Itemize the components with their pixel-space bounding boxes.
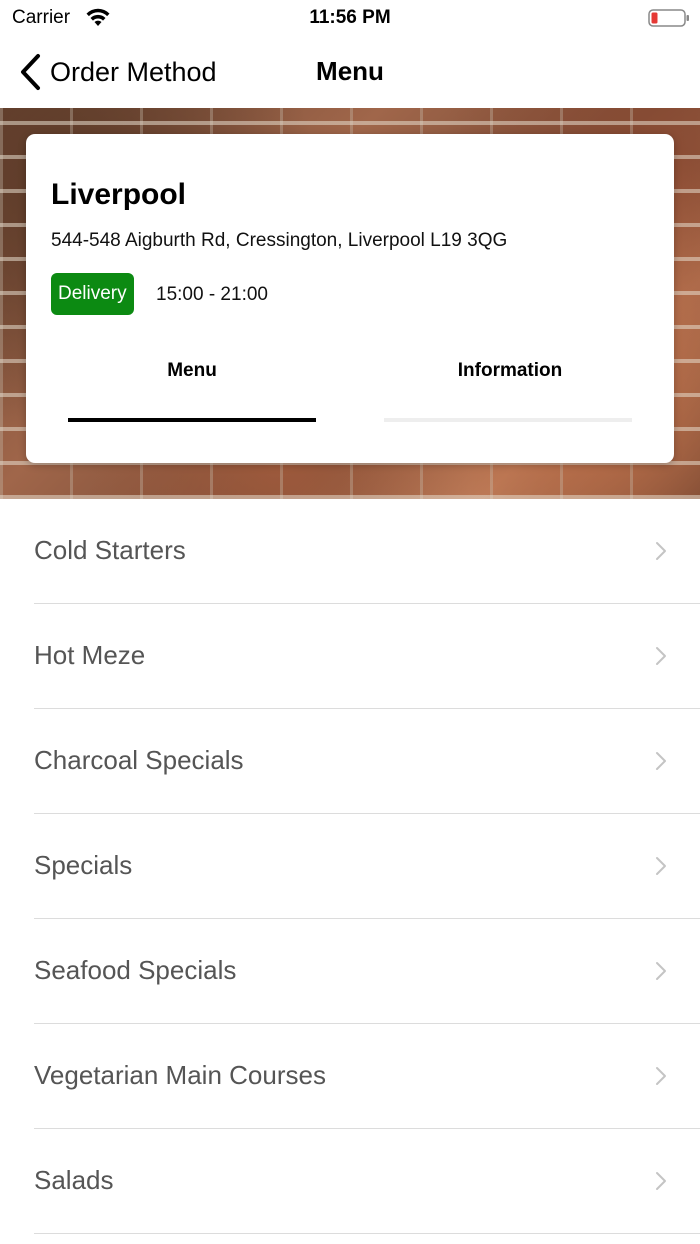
menu-category-seafood-specials[interactable]: Seafood Specials <box>0 919 700 1024</box>
tab-information-indicator <box>384 418 632 422</box>
tab-information-label: Information <box>457 360 563 381</box>
tab-menu-indicator <box>68 418 316 422</box>
menu-category-charcoal-specials[interactable]: Charcoal Specials <box>0 709 700 814</box>
menu-category-hot-meze[interactable]: Hot Meze <box>0 604 700 709</box>
chevron-right-icon <box>656 752 666 770</box>
menu-category-label: Salads <box>34 1165 114 1195</box>
menu-category-label: Seafood Specials <box>34 955 237 985</box>
menu-category-vegetarian-main-courses[interactable]: Vegetarian Main Courses <box>0 1024 700 1129</box>
chevron-right-icon <box>656 857 666 875</box>
store-hero-background: Liverpool 544-548 Aigburth Rd, Cressingt… <box>0 108 700 499</box>
chevron-left-icon <box>21 54 40 90</box>
menu-category-label: Vegetarian Main Courses <box>34 1060 326 1090</box>
menu-category-label: Hot Meze <box>34 640 146 670</box>
page-title: Menu <box>316 56 384 86</box>
status-time: 11:56 PM <box>309 7 391 28</box>
battery-low-icon <box>648 9 689 27</box>
chevron-right-icon <box>656 1172 666 1190</box>
menu-category-specials[interactable]: Specials <box>0 814 700 919</box>
menu-category-label: Cold Starters <box>34 535 186 565</box>
opening-hours: 15:00 - 21:00 <box>156 284 268 305</box>
chevron-right-icon <box>656 647 666 665</box>
navigation-bar: Order Method Menu <box>0 36 700 108</box>
tab-menu[interactable]: Menu <box>68 334 316 422</box>
tab-menu-label: Menu <box>167 360 217 381</box>
chevron-right-icon <box>656 1067 666 1085</box>
store-name: Liverpool <box>51 178 187 211</box>
status-bar: Carrier 11:56 PM <box>0 0 700 36</box>
menu-category-cold-starters[interactable]: Cold Starters <box>0 499 700 604</box>
back-button-label: Order Method <box>50 56 217 87</box>
menu-category-label: Specials <box>34 850 133 880</box>
store-card: Liverpool 544-548 Aigburth Rd, Cressingt… <box>26 134 674 463</box>
store-address: 544-548 Aigburth Rd, Cressington, Liverp… <box>51 230 508 251</box>
chevron-right-icon <box>656 542 666 560</box>
delivery-badge: Delivery <box>51 273 134 315</box>
divider <box>34 1233 700 1234</box>
menu-category-salads[interactable]: Salads <box>0 1129 700 1234</box>
menu-category-list: Cold Starters Hot Meze Charcoal Specials… <box>0 499 700 1234</box>
chevron-right-icon <box>656 962 666 980</box>
tab-information[interactable]: Information <box>384 334 632 422</box>
back-button[interactable]: Order Method <box>18 52 217 92</box>
menu-category-label: Charcoal Specials <box>34 745 244 775</box>
